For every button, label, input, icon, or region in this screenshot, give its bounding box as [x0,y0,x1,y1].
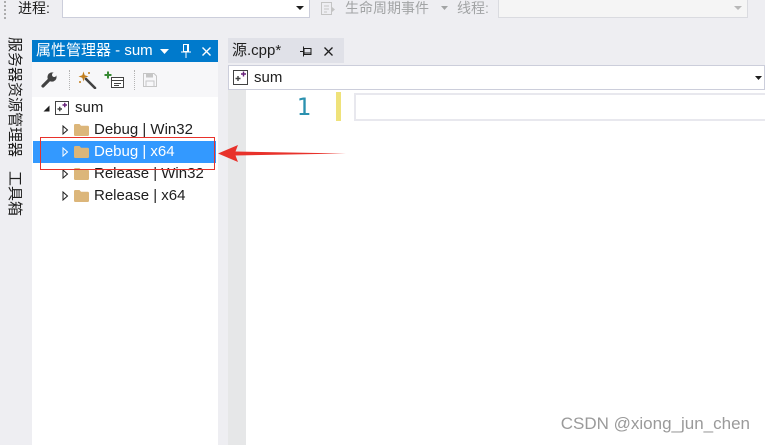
document-tab-label: 源.cpp* [232,42,282,59]
toolbar-grip[interactable] [3,0,7,20]
lifecycle-events-button[interactable]: 生命周期事件 [318,0,452,18]
indicator-margin[interactable] [228,90,246,445]
document-tab[interactable]: 源.cpp* [228,38,344,63]
pin-icon[interactable] [300,46,312,57]
chevron-down-icon [734,6,742,10]
process-label: 进程: [18,0,50,16]
tree-node-project[interactable]: sum [33,97,216,119]
vcxproj-icon [55,101,69,115]
thread-label: 线程: [457,0,489,16]
collapsed-arrow-icon[interactable] [62,191,69,201]
collapsed-arrow-icon[interactable] [62,169,69,179]
navigation-scope-dropdown[interactable]: sum [228,65,765,90]
code-editor[interactable]: 1 [246,90,765,445]
annotation-highlight-box [40,137,215,170]
toolbar-separator [69,70,70,90]
save-icon[interactable] [142,72,158,88]
watermark: CSDN @xiong_jun_chen [560,414,750,433]
side-tab-server-explorer[interactable]: 服务器资源管理器 [5,37,23,157]
navigation-scope-label: sum [254,69,283,86]
close-icon[interactable] [202,47,211,56]
add-property-sheet-icon[interactable] [104,71,125,89]
panel-title-bar[interactable]: 属性管理器 - sum [32,40,218,62]
line-number: 1 [296,93,311,121]
side-tab-strip: 服务器资源管理器 工具箱 [0,22,31,445]
toolbar-separator [134,70,135,90]
side-tab-toolbox[interactable]: 工具箱 [5,171,23,216]
lifecycle-events-label: 生命周期事件 [345,0,429,16]
current-line-highlight [354,93,765,121]
project-scope-icon [233,70,248,85]
expanded-arrow-icon[interactable] [43,105,50,112]
dropdown-icon[interactable] [160,49,169,54]
close-icon[interactable] [324,47,333,56]
collapsed-arrow-icon[interactable] [62,125,69,135]
panel-title: 属性管理器 - sum [36,42,153,59]
chevron-down-icon [755,76,762,80]
property-manager-toolbar [32,62,218,97]
chevron-down-icon [441,6,448,10]
pin-icon[interactable] [181,44,191,58]
unsaved-change-marker [336,92,341,121]
lifecycle-events-icon [321,2,335,15]
folder-icon [74,124,89,136]
magic-wand-icon[interactable] [78,71,97,89]
folder-icon [74,190,89,202]
property-manager-panel: 属性管理器 - sum sum Debug | Win32 Debug | x6… [32,40,218,445]
process-dropdown[interactable] [62,0,310,18]
chevron-down-icon [296,6,304,10]
tree-node-label: sum [75,99,104,116]
tree-node-release-x64[interactable]: Release | x64 [33,185,216,207]
wrench-icon[interactable] [40,71,58,89]
thread-dropdown[interactable] [498,0,748,18]
debug-location-toolbar: 进程: 生命周期事件 线程: [0,0,765,22]
tree-node-label: Release | x64 [94,187,186,204]
